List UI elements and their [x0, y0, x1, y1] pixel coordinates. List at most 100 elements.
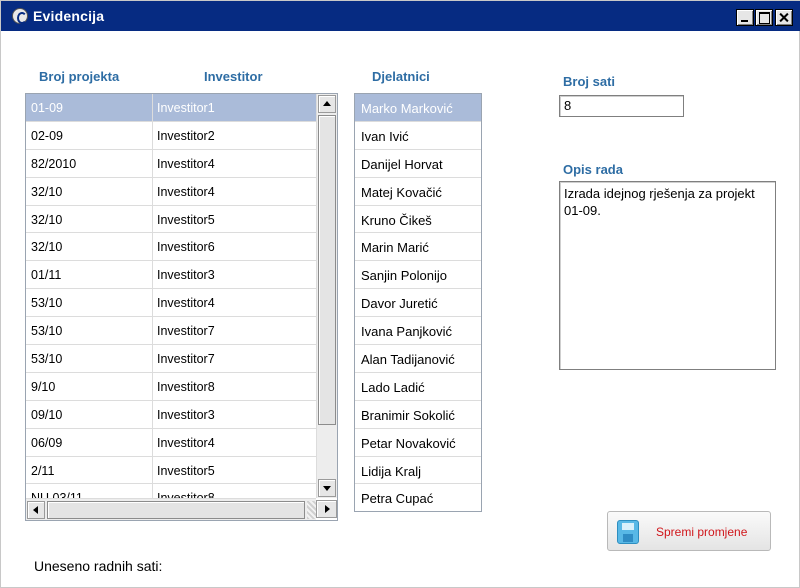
- list-item[interactable]: Petar Novaković: [355, 429, 481, 457]
- project-number-cell: 2/11: [31, 463, 55, 478]
- vertical-scrollbar[interactable]: [316, 94, 337, 498]
- employees-header: Djelatnici: [372, 69, 430, 84]
- entered-hours-label: Uneseno radnih sati:: [34, 558, 163, 574]
- project-number-cell: 53/10: [31, 352, 63, 367]
- list-item[interactable]: Marko Marković: [355, 94, 481, 122]
- list-item[interactable]: Lidija Kralj: [355, 457, 481, 485]
- table-row[interactable]: 2/11 Investitor5: [26, 456, 316, 485]
- investor-cell: Investitor2: [157, 128, 215, 143]
- list-item[interactable]: Ivana Panjković: [355, 317, 481, 346]
- scroll-up-arrow[interactable]: [318, 95, 336, 113]
- investor-cell: Investitor7: [157, 352, 215, 367]
- hours-label: Broj sati: [563, 74, 616, 89]
- app-window: Evidencija Broj projekta Investitor Djel…: [0, 0, 800, 588]
- employees-list: Marko Marković Ivan Ivić Danijel Horvat Mat…: [354, 93, 482, 512]
- minimize-button[interactable]: [736, 9, 754, 26]
- list-item[interactable]: Petra Cupać: [355, 484, 481, 511]
- project-number-cell: 82/2010: [31, 156, 77, 171]
- table-row[interactable]: 53/10 Investitor7: [26, 317, 316, 346]
- column-separator: [152, 233, 153, 261]
- column-separator: [152, 372, 153, 400]
- project-number-cell: 09/10: [31, 407, 63, 422]
- column-separator: [152, 400, 153, 428]
- column-header-investor: Investitor: [204, 69, 263, 84]
- list-item[interactable]: Lado Ladić: [355, 373, 481, 401]
- app-icon: [12, 8, 28, 24]
- table-row[interactable]: 09/10 Investitor3: [26, 400, 316, 429]
- save-changes-label: Spremi promjene: [656, 525, 748, 539]
- scroll-left-arrow[interactable]: [27, 501, 45, 519]
- scroll-down-arrow[interactable]: [318, 479, 336, 497]
- investor-cell: Investitor4: [157, 296, 215, 311]
- column-separator: [152, 484, 153, 498]
- column-separator: [152, 205, 153, 233]
- investor-cell: Investitor3: [157, 268, 215, 283]
- table-row[interactable]: 53/10 Investitor7: [26, 345, 316, 373]
- list-item[interactable]: Ivan Ivić: [355, 122, 481, 150]
- list-item[interactable]: Branimir Sokolić: [355, 401, 481, 429]
- window-title: Evidencija: [33, 8, 105, 24]
- investor-cell: Investitor5: [157, 463, 215, 478]
- list-item[interactable]: Alan Tadijanović: [355, 345, 481, 373]
- investor-cell: Investitor4: [157, 156, 215, 171]
- investor-cell: Investitor4: [157, 435, 215, 450]
- project-number-cell: 53/10: [31, 324, 63, 339]
- investor-cell: Investitor3: [157, 407, 215, 422]
- investor-cell: Investitor1: [157, 101, 215, 115]
- projects-grid: 01-09 Investitor1 02-09 Investitor2 82/2010 I…: [25, 93, 338, 521]
- column-separator: [152, 94, 153, 121]
- column-separator: [152, 345, 153, 372]
- table-row[interactable]: 32/10 Investitor6: [26, 233, 316, 262]
- investor-cell: Investitor7: [157, 324, 215, 339]
- table-row[interactable]: 53/10 Investitor4: [26, 289, 316, 318]
- title-bar[interactable]: Evidencija: [1, 1, 800, 31]
- scroll-right-arrow[interactable]: [316, 500, 337, 518]
- close-button[interactable]: [775, 9, 793, 26]
- list-item[interactable]: Matej Kovačić: [355, 178, 481, 206]
- save-changes-button[interactable]: Spremi promjene: [607, 511, 771, 551]
- description-textarea[interactable]: Izrada idejnog rješenja za projekt 01-09…: [559, 181, 776, 370]
- project-number-cell: 32/10: [31, 184, 63, 199]
- hours-input[interactable]: 8: [559, 95, 684, 117]
- investor-cell: Investitor8: [157, 379, 215, 394]
- list-item[interactable]: Davor Juretić: [355, 289, 481, 318]
- column-separator: [152, 317, 153, 345]
- column-separator: [152, 289, 153, 317]
- table-row[interactable]: 9/10 Investitor8: [26, 372, 316, 401]
- investor-cell: Investitor4: [157, 184, 215, 199]
- column-separator: [152, 177, 153, 205]
- project-number-cell: 01-09: [31, 101, 63, 115]
- horizontal-scroll-thumb[interactable]: [47, 501, 305, 519]
- table-row[interactable]: 02-09 Investitor2: [26, 121, 316, 150]
- project-number-cell: 01/11: [31, 268, 62, 283]
- table-row[interactable]: 01-09 Investitor1: [26, 94, 316, 122]
- project-number-cell: 32/10: [31, 212, 63, 227]
- investor-cell: Investitor5: [157, 212, 215, 227]
- project-number-cell: 06/09: [31, 435, 63, 450]
- column-header-project: Broj projekta: [39, 69, 120, 84]
- horizontal-scrollbar[interactable]: [26, 498, 316, 520]
- floppy-disk-icon: [617, 520, 639, 544]
- column-separator: [152, 428, 153, 456]
- table-row[interactable]: 82/2010 Investitor4: [26, 149, 316, 178]
- maximize-button[interactable]: [755, 9, 773, 26]
- table-row[interactable]: 32/10 Investitor5: [26, 205, 316, 234]
- column-separator: [152, 456, 153, 484]
- project-number-cell: 02-09: [31, 128, 63, 143]
- column-separator: [152, 149, 153, 177]
- list-item[interactable]: Marin Marić: [355, 233, 481, 262]
- table-row[interactable]: 01/11 Investitor3: [26, 261, 316, 290]
- vertical-scroll-thumb[interactable]: [318, 115, 336, 425]
- table-row[interactable]: NU 03/11Investitor8: [26, 484, 316, 498]
- project-number-cell: 53/10: [31, 296, 63, 311]
- scroll-track[interactable]: [307, 501, 316, 519]
- project-number-cell: 32/10: [31, 240, 63, 255]
- list-item[interactable]: Kruno Čikeš: [355, 206, 481, 234]
- table-row[interactable]: 32/10 Investitor4: [26, 177, 316, 206]
- list-item[interactable]: Danijel Horvat: [355, 150, 481, 178]
- column-separator: [152, 261, 153, 289]
- list-item[interactable]: Sanjin Polonijo: [355, 261, 481, 290]
- table-row[interactable]: 06/09 Investitor4: [26, 428, 316, 457]
- project-number-cell: 9/10: [31, 379, 56, 394]
- investor-cell: Investitor6: [157, 240, 215, 255]
